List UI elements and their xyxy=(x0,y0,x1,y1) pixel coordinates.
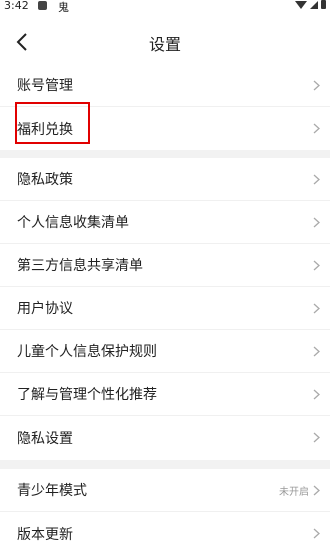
chevron-right-icon xyxy=(313,303,320,313)
row-children-privacy[interactable]: 儿童个人信息保护规则 xyxy=(0,330,330,373)
row-personalized-recommendation[interactable]: 了解与管理个性化推荐 xyxy=(0,373,330,416)
chevron-right-icon xyxy=(313,80,320,90)
teen-mode-status: 未开启 xyxy=(279,486,309,498)
status-bar: 3:42 鬼 xyxy=(0,0,330,14)
wifi-icon xyxy=(295,0,307,9)
row-personal-info-list[interactable]: 个人信息收集清单 xyxy=(0,201,330,244)
row-label: 账号管理 xyxy=(17,78,73,94)
header: 设置 xyxy=(0,22,330,62)
row-label: 儿童个人信息保护规则 xyxy=(17,344,157,360)
row-label: 隐私设置 xyxy=(17,430,73,447)
row-version-update[interactable]: 版本更新 xyxy=(0,512,330,555)
chevron-right-icon xyxy=(313,528,320,539)
row-label: 个人信息收集清单 xyxy=(17,215,129,231)
row-label: 了解与管理个性化推荐 xyxy=(17,387,157,403)
chevron-right-icon xyxy=(313,485,320,495)
row-label: 第三方信息共享清单 xyxy=(17,258,143,274)
status-icons xyxy=(295,0,326,9)
chevron-right-icon xyxy=(313,123,320,134)
row-benefit-redeem[interactable]: 福利兑换 xyxy=(0,107,330,150)
row-third-party-sharing[interactable]: 第三方信息共享清单 xyxy=(0,244,330,287)
settings-group-account: 账号管理 福利兑换 xyxy=(0,64,330,150)
chevron-right-icon xyxy=(313,389,320,399)
row-label: 福利兑换 xyxy=(17,121,73,138)
status-time: 3:42 xyxy=(4,0,29,12)
row-account-management[interactable]: 账号管理 xyxy=(0,64,330,107)
signal-icon xyxy=(310,0,318,9)
notification-app-icon xyxy=(38,1,47,10)
row-label: 版本更新 xyxy=(17,526,73,543)
row-label: 青少年模式 xyxy=(17,483,87,499)
page-title: 设置 xyxy=(148,35,181,54)
chevron-right-icon xyxy=(313,260,320,270)
row-privacy-policy[interactable]: 隐私政策 xyxy=(0,158,330,201)
chevron-right-icon xyxy=(313,174,320,184)
settings-group-other: 青少年模式 未开启 版本更新 xyxy=(0,469,330,555)
row-user-agreement[interactable]: 用户协议 xyxy=(0,287,330,330)
battery-icon xyxy=(321,0,326,9)
chevron-right-icon xyxy=(313,217,320,227)
notification-app-text: 鬼 xyxy=(58,1,69,14)
row-label: 隐私政策 xyxy=(17,172,73,188)
row-label: 用户协议 xyxy=(17,301,73,317)
row-teen-mode[interactable]: 青少年模式 未开启 xyxy=(0,469,330,512)
chevron-right-icon xyxy=(313,346,320,356)
settings-group-privacy: 隐私政策 个人信息收集清单 第三方信息共享清单 用户协议 儿童个人信息保护规则 … xyxy=(0,158,330,459)
chevron-right-icon xyxy=(313,432,320,443)
row-privacy-settings[interactable]: 隐私设置 xyxy=(0,416,330,459)
